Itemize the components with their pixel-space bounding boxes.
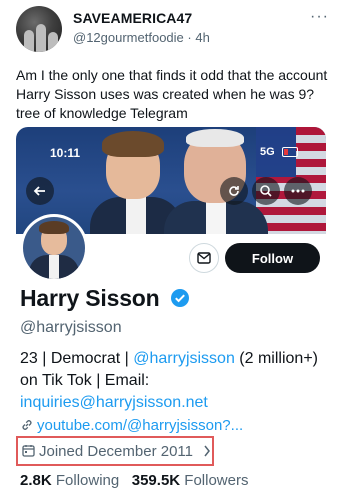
status-bar-time: 10:11 bbox=[50, 146, 81, 160]
search-icon[interactable] bbox=[252, 177, 280, 205]
tweet: SAVEAMERICA47 @12gourmetfoodie · 4h ··· … bbox=[0, 0, 344, 125]
status-bar-network: 5G bbox=[260, 146, 275, 158]
more-icon[interactable] bbox=[284, 177, 312, 205]
link-icon bbox=[22, 420, 32, 430]
profile-stats: 2.8K Following 359.5K Followers bbox=[20, 472, 248, 489]
back-arrow-icon[interactable] bbox=[26, 177, 54, 205]
profile-avatar[interactable] bbox=[20, 214, 88, 282]
meta-separator: · bbox=[187, 30, 192, 45]
tweet-author-handle[interactable]: @12gourmetfoodie bbox=[73, 30, 184, 45]
tweet-time[interactable]: 4h bbox=[195, 30, 209, 45]
calendar-icon bbox=[22, 445, 35, 457]
profile-name: Harry Sisson bbox=[20, 285, 190, 312]
message-icon[interactable] bbox=[189, 243, 219, 273]
bio-email-link[interactable]: inquiries@harryjsisson.net bbox=[20, 394, 208, 411]
profile-bio: 23 | Democrat | @harryjsisson (2 million… bbox=[20, 348, 320, 414]
profile-handle: @harryjsisson bbox=[20, 319, 122, 336]
following-label: Following bbox=[55, 472, 120, 489]
profile-url-text[interactable]: youtube.com/@harryjsisson?... bbox=[37, 417, 243, 434]
profile-name-text: Harry Sisson bbox=[20, 285, 160, 311]
followers-label: Followers bbox=[184, 472, 249, 489]
profile-url[interactable]: youtube.com/@harryjsisson?... bbox=[20, 417, 243, 434]
bio-text-1: 23 | Democrat | bbox=[20, 350, 134, 367]
follow-button[interactable]: Follow bbox=[225, 243, 320, 273]
followers-stat[interactable]: 359.5K Followers bbox=[132, 472, 249, 489]
more-options-icon[interactable]: ··· bbox=[310, 8, 329, 26]
tweet-author-avatar[interactable] bbox=[16, 6, 62, 52]
bio-mention-link[interactable]: @harryjsisson bbox=[133, 350, 235, 367]
chevron-right-icon bbox=[199, 443, 211, 460]
tweet-text: Am I the only one that finds it odd that… bbox=[16, 67, 328, 121]
tweet-author-meta: @12gourmetfoodie · 4h bbox=[73, 30, 210, 45]
tweet-author-name[interactable]: SAVEAMERICA47 bbox=[73, 10, 192, 26]
joined-date[interactable]: Joined December 2011 bbox=[22, 443, 211, 460]
refresh-icon[interactable] bbox=[220, 177, 248, 205]
attached-screenshot[interactable]: 10:11 5G Follow Harry Sisson @harryjsiss… bbox=[16, 127, 326, 500]
joined-date-text: Joined December 2011 bbox=[39, 443, 193, 460]
following-stat[interactable]: 2.8K Following bbox=[20, 472, 119, 489]
followers-count: 359.5K bbox=[131, 472, 181, 489]
battery-icon bbox=[282, 147, 298, 157]
verified-badge-icon[interactable] bbox=[170, 288, 190, 308]
following-count: 2.8K bbox=[20, 472, 52, 489]
